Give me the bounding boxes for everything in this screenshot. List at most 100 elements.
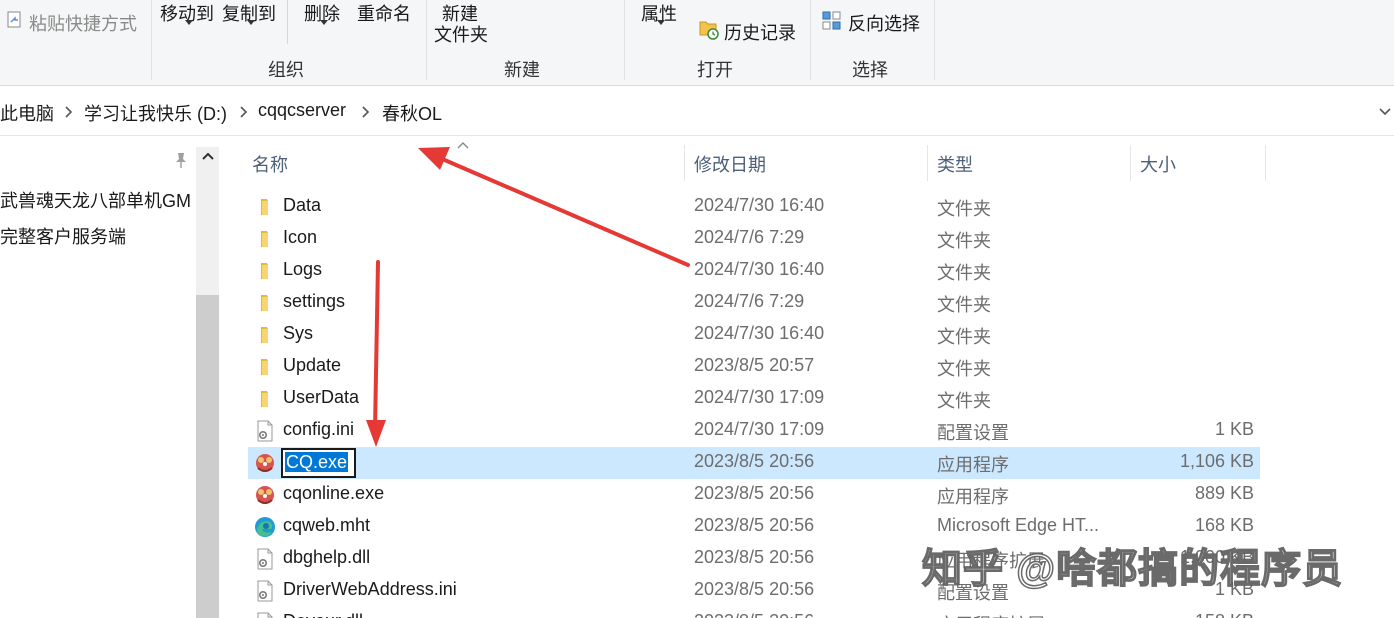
settings-file-icon [257, 580, 273, 602]
file-name: Sys [283, 323, 314, 343]
file-date: 2023/8/5 20:56 [694, 515, 815, 535]
group-label-new: 新建 [504, 60, 540, 80]
folder-icon [261, 263, 268, 279]
delete-dropdown-icon [320, 20, 328, 25]
file-type: 文件夹 [937, 199, 991, 219]
column-header-date[interactable]: 修改日期 [694, 151, 766, 177]
file-type: Microsoft Edge HT... [937, 515, 1100, 535]
breadcrumb-this-pc[interactable]: 此电脑 [0, 100, 54, 126]
file-type: 文件夹 [937, 327, 991, 347]
copy-to-dropdown-icon [247, 20, 255, 25]
breadcrumb-cqqcserver[interactable]: cqqcserver [258, 100, 346, 121]
file-type: 文件夹 [937, 231, 991, 251]
file-date: 2024/7/6 7:29 [694, 291, 805, 311]
app-exe-icon [256, 486, 274, 504]
chevron-right-icon[interactable] [62, 104, 76, 120]
column-divider[interactable] [684, 145, 685, 181]
group-divider [934, 0, 935, 80]
history-icon [699, 21, 719, 40]
folder-icon [261, 295, 268, 311]
column-divider[interactable] [1130, 145, 1131, 181]
file-date: 2023/8/5 20:56 [694, 547, 815, 567]
dll-file-icon [257, 612, 273, 618]
group-divider [151, 0, 152, 80]
settings-file-icon [257, 420, 273, 442]
file-type: 应用程序扩展 [937, 611, 1045, 618]
file-name: dbghelp.dll [283, 547, 371, 567]
app-exe-icon [256, 454, 274, 472]
sort-ascending-icon [457, 142, 469, 149]
file-row[interactable]: Sys 2024/7/30 16:40 文件夹 [248, 319, 1260, 351]
file-name: cqweb.mht [283, 515, 371, 535]
rename-input[interactable]: CQ.exe [281, 448, 357, 478]
file-row[interactable]: Logs 2024/7/30 16:40 文件夹 [248, 255, 1260, 287]
folder-icon [261, 231, 268, 247]
column-divider[interactable] [1265, 145, 1266, 181]
rename-button[interactable]: 重命名 [357, 0, 411, 26]
breadcrumb-drive-d[interactable]: 学习让我快乐 (D:) [84, 100, 227, 126]
file-row[interactable]: cqonline.exe 2023/8/5 20:56 应用程序 889 KB [248, 479, 1260, 511]
column-header-size[interactable]: 大小 [1140, 151, 1176, 177]
file-row[interactable]: config.ini 2024/7/30 17:09 配置设置 1 KB [248, 415, 1260, 447]
nav-scrollbar-thumb[interactable] [196, 295, 219, 618]
new-folder-button-line2[interactable]: 文件夹 [434, 21, 488, 47]
watermark: 知乎 @啥都搞的程序员 [921, 546, 1344, 592]
column-header-name[interactable]: 名称 [252, 151, 288, 177]
file-date: 2024/7/6 7:29 [694, 227, 805, 247]
rename-selected-text: CQ.exe [285, 452, 349, 472]
file-date: 2024/7/30 17:09 [694, 419, 825, 439]
file-name: Icon [283, 227, 318, 247]
invert-selection-icon [822, 11, 841, 30]
group-label-select: 选择 [852, 60, 888, 80]
group-divider [624, 0, 625, 80]
file-row[interactable]: UserData 2024/7/30 17:09 文件夹 [248, 383, 1260, 415]
paste-shortcut-button[interactable]: 粘贴快捷方式 [29, 10, 137, 36]
folder-icon [261, 327, 268, 343]
nav-scrollbar[interactable] [196, 147, 219, 618]
group-label-organize: 组织 [268, 60, 304, 80]
file-row[interactable]: settings 2024/7/6 7:29 文件夹 [248, 287, 1260, 319]
file-date: 2024/7/30 16:40 [694, 259, 825, 279]
file-name: Data [283, 195, 322, 215]
chevron-right-icon[interactable] [237, 104, 251, 120]
chevron-right-icon[interactable] [359, 104, 373, 120]
file-name: Update [283, 355, 342, 375]
file-type: 文件夹 [937, 295, 991, 315]
file-size: 158 KB [1195, 611, 1254, 618]
file-date: 2023/8/5 20:56 [694, 579, 815, 599]
group-divider [426, 0, 427, 80]
history-button[interactable]: 历史记录 [724, 19, 796, 45]
breadcrumb-current-folder[interactable]: 春秋OL [382, 100, 442, 126]
file-size: 168 KB [1194, 515, 1254, 535]
nav-item-folder[interactable]: 完整客户服务端 [0, 223, 126, 249]
file-type: 文件夹 [937, 391, 991, 411]
file-name: DriverWebAddress.ini [283, 579, 457, 599]
file-type: 文件夹 [937, 359, 991, 379]
invert-selection-button[interactable]: 反向选择 [848, 10, 920, 36]
file-row[interactable]: Devour.dll 2023/8/5 20:56 应用程序扩展 158 KB [248, 607, 1260, 618]
file-date: 2024/7/30 17:09 [694, 387, 825, 407]
nav-item-folder[interactable]: 武兽魂天龙八部单机GM [0, 187, 191, 213]
address-bar[interactable]: 此电脑 学习让我快乐 (D:) cqqcserver 春秋OL [0, 86, 1394, 136]
file-name: cqonline.exe [283, 483, 385, 503]
column-divider[interactable] [927, 145, 928, 181]
file-name: config.ini [283, 419, 355, 439]
column-header-type[interactable]: 类型 [937, 151, 973, 177]
file-row[interactable]: Update 2023/8/5 20:57 文件夹 [248, 351, 1260, 383]
move-to-dropdown-icon [185, 20, 193, 25]
file-type: 配置设置 [937, 423, 1009, 443]
file-size: 889 KB [1194, 483, 1254, 503]
paste-shortcut-icon [7, 11, 21, 28]
file-name: settings [283, 291, 346, 311]
folder-icon [261, 391, 268, 407]
file-row[interactable]: Icon 2024/7/6 7:29 文件夹 [248, 223, 1260, 255]
file-date: 2024/7/30 16:40 [694, 323, 825, 343]
scroll-up-icon[interactable] [201, 151, 215, 161]
file-name: Logs [283, 259, 323, 279]
file-row[interactable]: Data 2024/7/30 16:40 文件夹 [248, 191, 1260, 223]
folder-icon [261, 199, 268, 215]
pin-icon[interactable] [173, 151, 189, 169]
file-row[interactable]: CQ.exe 2023/8/5 20:56 应用程序 1,106 KB [248, 447, 1260, 479]
file-date: 2023/8/5 20:56 [694, 483, 815, 503]
address-history-chevron-down-icon[interactable] [1378, 105, 1392, 119]
